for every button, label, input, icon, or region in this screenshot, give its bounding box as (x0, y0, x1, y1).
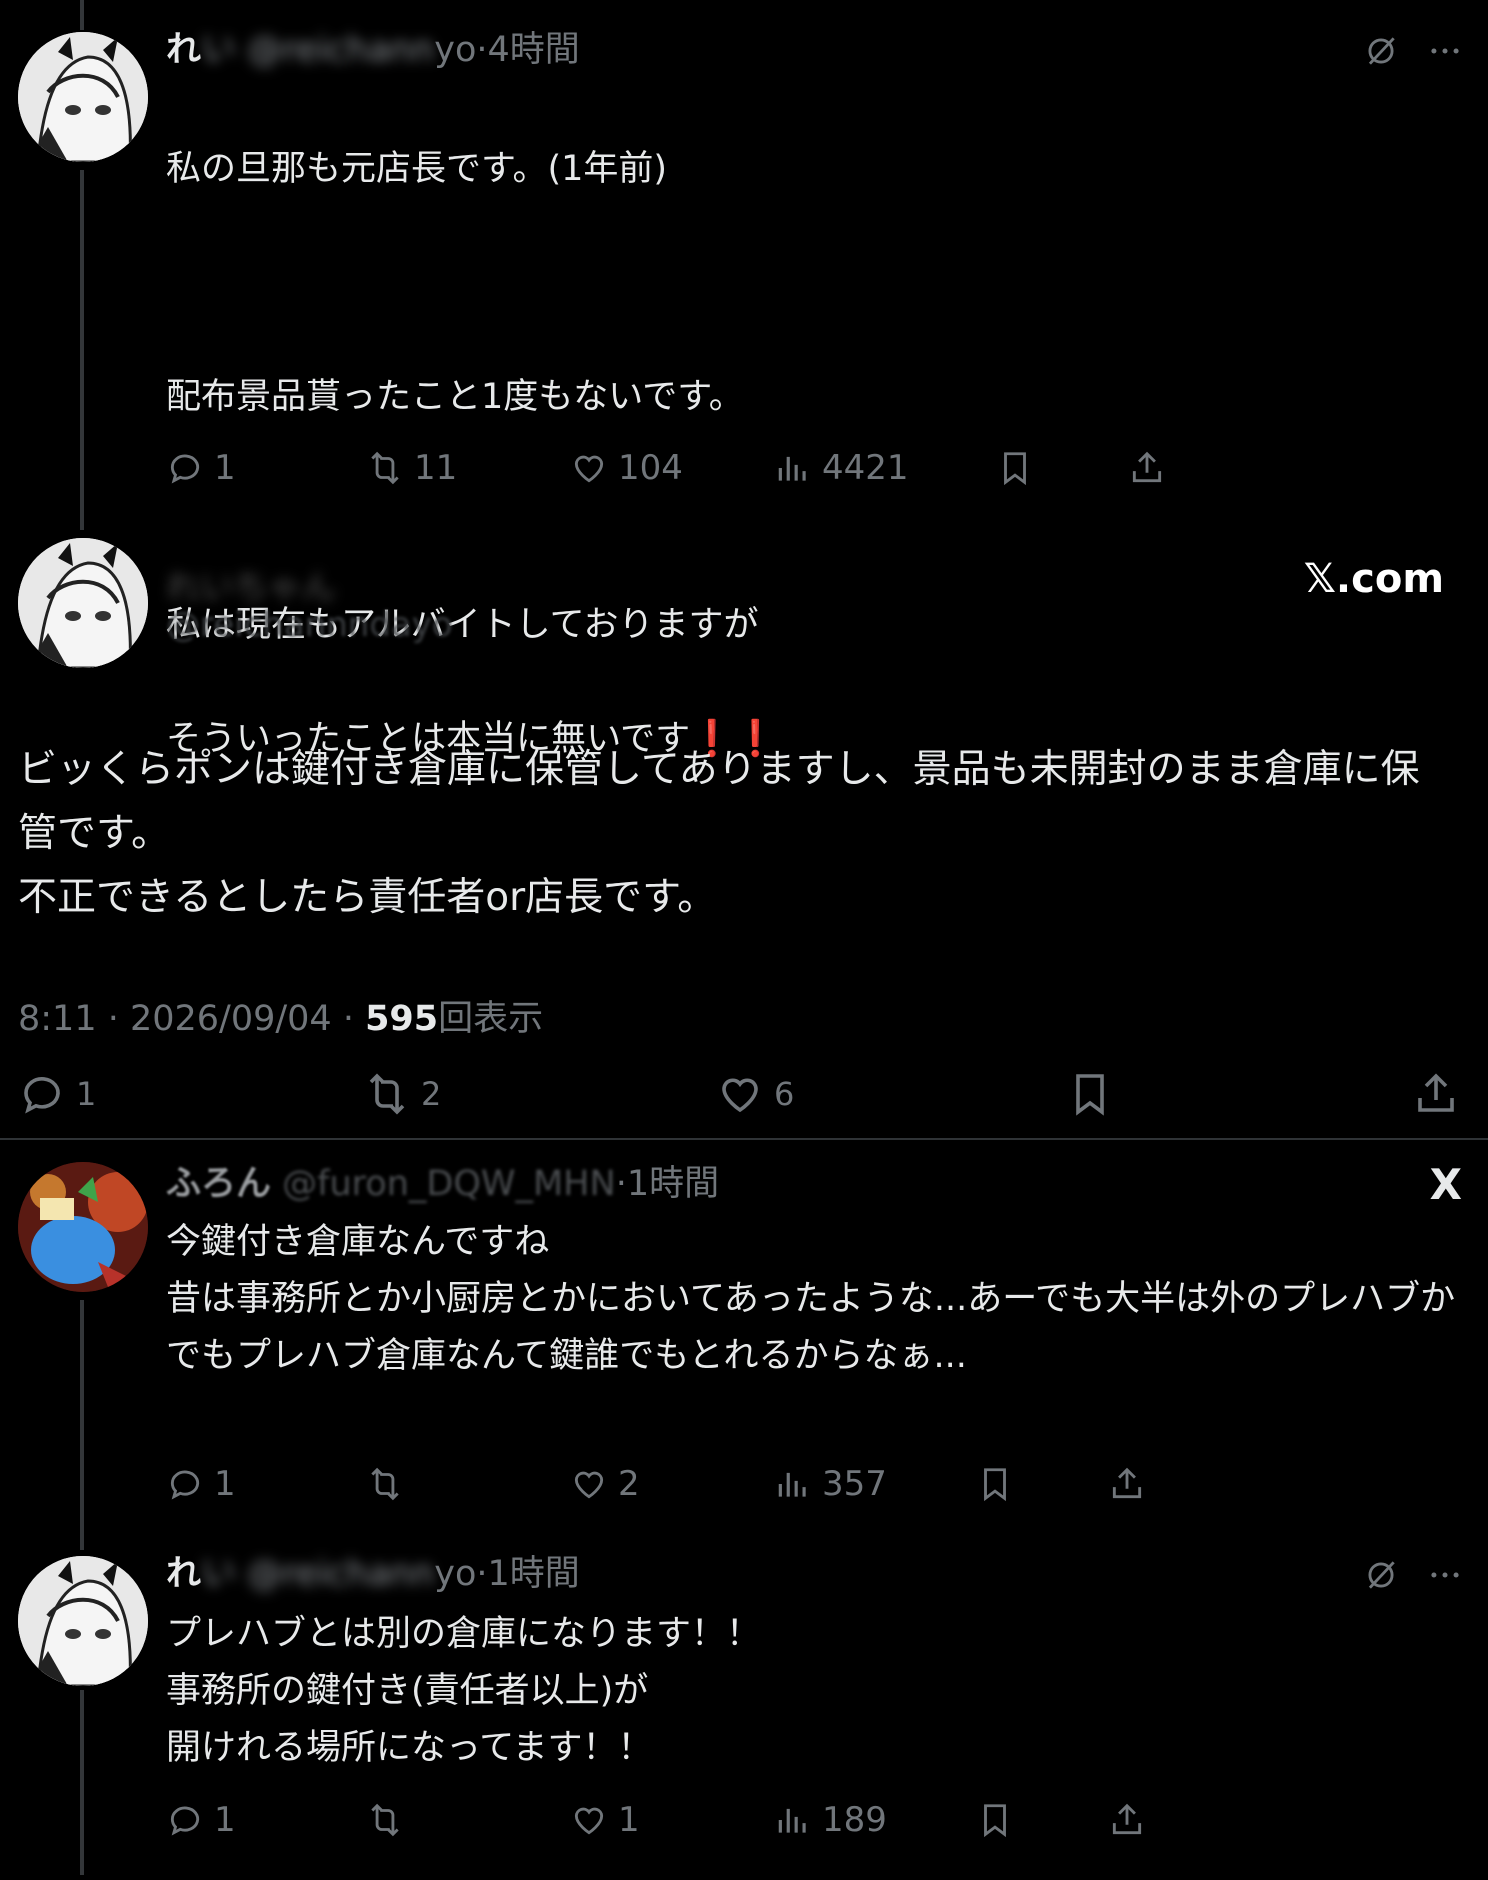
views-label: 回表示 (438, 999, 544, 1039)
like-button[interactable]: 1 (570, 1792, 640, 1848)
bookmark-icon (996, 449, 1034, 487)
tweet-actions: 1 2 357 (166, 1456, 1166, 1512)
x-logo-icon: X (1429, 1160, 1462, 1209)
thread-line (80, 170, 84, 530)
reply-button[interactable]: 1 (18, 1066, 96, 1122)
bookmark-button[interactable] (996, 440, 1034, 496)
grok-icon[interactable] (1362, 1556, 1400, 1594)
handle-suffix: yo (434, 1554, 477, 1594)
blurred-handle: い @reichann (201, 30, 435, 70)
retweet-icon (366, 449, 404, 487)
views-button[interactable]: 357 (774, 1456, 887, 1512)
retweet-button[interactable] (366, 1456, 414, 1512)
reply-button[interactable]: 1 (166, 1792, 236, 1848)
like-button[interactable]: 104 (570, 440, 683, 496)
bookmark-icon (976, 1465, 1014, 1503)
share-icon (1108, 1465, 1146, 1503)
grok-icon[interactable] (1362, 32, 1400, 70)
like-button[interactable]: 2 (570, 1456, 640, 1512)
thread-line (80, 1300, 84, 1550)
retweet-button[interactable]: 11 (366, 440, 457, 496)
views-button[interactable]: 4421 (774, 440, 909, 496)
bookmark-button[interactable] (1066, 1066, 1114, 1122)
tweet-line: 配布景品貰ったこと1度もないです。 (166, 377, 744, 417)
reply-button[interactable]: 1 (166, 1456, 236, 1512)
bookmark-button[interactable] (976, 1792, 1014, 1848)
thread-line (80, 0, 84, 30)
like-icon (570, 449, 608, 487)
avatar[interactable] (18, 538, 148, 668)
retweet-icon (366, 1465, 404, 1503)
more-icon[interactable] (1426, 32, 1464, 70)
bookmark-icon (1066, 1070, 1114, 1118)
tweet-line: 私の旦那も元店長です。(1年前) (166, 149, 668, 189)
reply-button[interactable]: 1 (166, 440, 236, 496)
retweet-icon (366, 1801, 404, 1839)
reply-icon (166, 449, 204, 487)
avatar[interactable] (18, 32, 148, 162)
tweet-text: プレハブとは別の倉庫になります！！ 事務所の鍵付き(責任者以上)が 開けれる場所… (166, 1614, 762, 1768)
tweet-timestamp: 8:11 · 2026/09/04 · 595回表示 (18, 990, 543, 1041)
reply-icon (166, 1801, 204, 1839)
retweet-icon (363, 1070, 411, 1118)
author-name[interactable]: れ (166, 30, 201, 70)
bookmark-button[interactable] (976, 1456, 1014, 1512)
retweet-button[interactable]: 2 (363, 1066, 441, 1122)
timestamp-text[interactable]: 8:11 · 2026/09/04 · (18, 999, 365, 1039)
blurred-display-name: れいちゃん (166, 568, 336, 608)
avatar[interactable] (18, 1556, 148, 1686)
main-tweet-actions: 1 2 6 (18, 1066, 1468, 1126)
more-icon[interactable] (1426, 1556, 1464, 1594)
tweet-time[interactable]: ·4時間 (476, 30, 579, 70)
share-button[interactable] (1108, 1792, 1146, 1848)
tweet-actions: 1 11 104 4421 (166, 440, 1166, 496)
tweet-actions: 1 1 189 (166, 1792, 1166, 1848)
author-name[interactable]: ふろん (166, 1164, 271, 1204)
tweet-meta: ふろん @furon_DQW_MHN·1時間 (166, 1160, 719, 1208)
reply-icon (166, 1465, 204, 1503)
share-button[interactable] (1128, 440, 1166, 496)
main-tweet-text: ビッくらポンは鍵付き倉庫に保管してありますし、景品も未開封のまま倉庫に保管です。… (18, 747, 1420, 920)
views-button[interactable]: 189 (774, 1792, 887, 1848)
avatar[interactable] (18, 1162, 148, 1292)
blurred-handle: い @reichann (201, 1554, 435, 1594)
share-icon (1108, 1801, 1146, 1839)
views-icon (774, 1465, 812, 1503)
share-button[interactable] (1412, 1066, 1460, 1122)
share-icon (1128, 449, 1166, 487)
bookmark-icon (976, 1801, 1014, 1839)
author-handle[interactable]: @reichannndayo (166, 605, 453, 645)
views-icon (774, 1801, 812, 1839)
tweet-time[interactable]: ·1時間 (616, 1164, 719, 1204)
share-button[interactable] (1108, 1456, 1146, 1512)
reply-icon (18, 1070, 66, 1118)
like-icon (570, 1801, 608, 1839)
like-icon (716, 1070, 764, 1118)
views-icon (774, 449, 812, 487)
tweet-meta: れい @reichannyo·1時間 (166, 1550, 580, 1598)
tweet-corner-actions (1362, 1556, 1464, 1594)
source-label: 𝕏.com (1303, 556, 1444, 602)
tweet-text: 今鍵付き倉庫なんですね 昔は事務所とか小厨房とかにおいてあったような...あーで… (166, 1222, 1456, 1376)
tweet-time[interactable]: ·1時間 (476, 1554, 579, 1594)
share-icon (1412, 1070, 1460, 1118)
author-name[interactable]: れ (166, 1554, 201, 1594)
tweet-corner-actions (1362, 32, 1464, 70)
divider (0, 1138, 1488, 1140)
thread-line (80, 1690, 84, 1875)
handle-suffix: yo (434, 30, 477, 70)
author-handle[interactable]: @furon_DQW_MHN (282, 1164, 616, 1204)
tweet-meta: れい @reichannyo·4時間 (166, 26, 580, 74)
views-count: 595 (365, 999, 439, 1039)
retweet-button[interactable] (366, 1792, 414, 1848)
like-icon (570, 1465, 608, 1503)
like-button[interactable]: 6 (716, 1066, 794, 1122)
